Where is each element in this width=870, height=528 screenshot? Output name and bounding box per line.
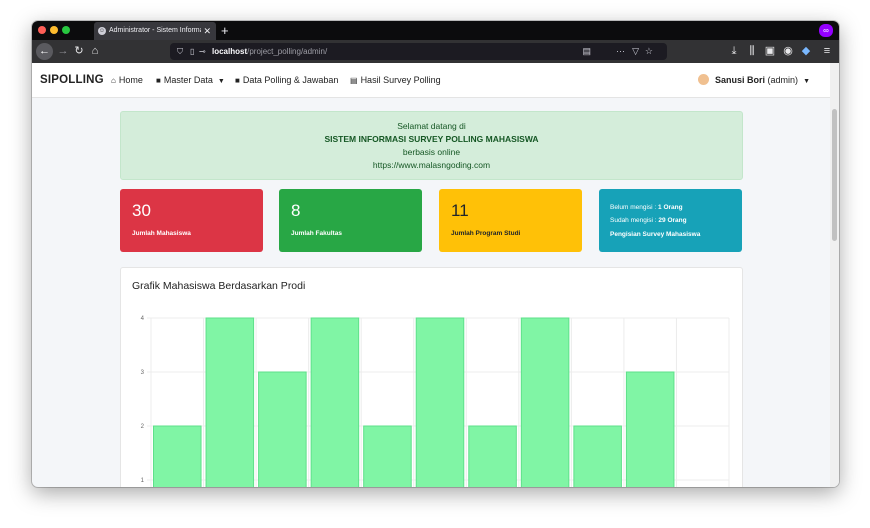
file-icon: ▤	[350, 76, 358, 85]
nav-data-polling[interactable]: ■ Data Polling & Jawaban	[235, 63, 338, 98]
card-label: Jumlah Program Studi	[451, 230, 521, 237]
survey-card-label: Pengisian Survey Mahasiswa	[610, 231, 701, 238]
sidebar-icon[interactable]: ▣	[763, 40, 777, 63]
url-text[interactable]: localhost/project_polling/admin/	[212, 43, 327, 60]
caret-down-icon: ▼	[803, 78, 810, 85]
pocket-icon[interactable]: ▽	[632, 43, 639, 60]
new-tab-button[interactable]: +	[221, 21, 229, 40]
welcome-line-1: Selamat datang di	[397, 121, 466, 131]
tab-title: Administrator - Sistem Informasi	[109, 27, 201, 34]
nav-home-label: Home	[118, 75, 143, 85]
url-host: localhost	[212, 47, 248, 56]
bar-chart: 1 2 3 4	[141, 316, 730, 487]
bar-1[interactable]	[205, 317, 255, 487]
browser-toolbar: ← → ↻ ⌂ ⛉ ▯ ⊸ localhost/project_polling/…	[32, 40, 839, 63]
url-path: /project_polling/admin/	[247, 47, 328, 56]
welcome-alert: Selamat datang di SISTEM INFORMASI SURVE…	[120, 111, 743, 180]
folder-icon: ■	[235, 76, 240, 85]
bar-8[interactable]	[573, 425, 622, 487]
survey-sudah-value: 29 Orang	[658, 217, 687, 224]
nav-home[interactable]: ⌂ Home	[111, 63, 143, 98]
favicon-icon: ☺	[98, 27, 106, 35]
survey-belum-value: 1 Orang	[658, 204, 683, 211]
nav-master-data[interactable]: ■ Master Data ▼	[156, 63, 225, 99]
bar-3[interactable]	[310, 317, 360, 487]
survey-belum: Belum mengisi : 1 Orang	[610, 202, 683, 214]
account-icon[interactable]: ◉	[781, 40, 795, 63]
reload-icon[interactable]: ↻	[72, 40, 86, 63]
survey-belum-label: Belum mengisi :	[610, 204, 659, 211]
welcome-line-3: berbasis online	[402, 147, 461, 157]
bar-7[interactable]	[520, 317, 570, 487]
nav-data-polling-label: Data Polling & Jawaban	[242, 75, 339, 85]
home-icon: ⌂	[111, 76, 116, 85]
scrollbar-thumb[interactable]	[832, 109, 837, 241]
reader-view-icon[interactable]: ▤	[582, 43, 591, 60]
user-avatar-icon	[698, 74, 710, 86]
card-value: 30	[132, 201, 151, 220]
page-icon: ▯	[190, 47, 195, 56]
welcome-url: https://www.malasngoding.com	[372, 160, 491, 170]
card-label: Jumlah Mahasiswa	[132, 230, 191, 237]
user-role: (admin)	[767, 75, 799, 85]
shield-icon[interactable]: ⛉	[177, 43, 183, 60]
card-value: 8	[291, 201, 301, 220]
card-jumlah-fakultas: 8 Jumlah Fakultas	[279, 189, 422, 252]
survey-sudah: Sudah mengisi : 29 Orang	[610, 215, 687, 227]
url-bar[interactable]: ⛉ ▯ ⊸ localhost/project_polling/admin/ ▤…	[170, 43, 667, 60]
bar-4[interactable]	[363, 425, 412, 487]
page-scrollbar[interactable]	[830, 63, 839, 487]
bar-6[interactable]	[468, 425, 517, 487]
caret-down-icon: ▼	[217, 78, 225, 85]
home-icon[interactable]: ⌂	[88, 40, 102, 63]
y-tick-label: 4	[141, 316, 145, 322]
tab-close-icon[interactable]: ✕	[203, 22, 211, 40]
library-icon[interactable]: ⫼	[745, 40, 759, 63]
close-window-icon[interactable]	[38, 26, 46, 34]
nav-hasil-survey[interactable]: ▤ Hasil Survey Polling	[350, 63, 441, 98]
forward-arrow-icon[interactable]: →	[56, 40, 70, 63]
maximize-window-icon[interactable]	[62, 26, 70, 34]
menu-hamburger-icon[interactable]: ≡	[820, 40, 834, 63]
browser-tab[interactable]: ☺ Administrator - Sistem Informasi ✕	[94, 22, 216, 40]
bar-0[interactable]	[153, 425, 202, 487]
y-tick-label: 2	[141, 424, 145, 430]
bar-9[interactable]	[625, 371, 675, 487]
user-menu[interactable]: Sanusi Bori (admin) ▼	[698, 63, 810, 99]
back-arrow-icon[interactable]: ←	[36, 43, 53, 60]
download-icon[interactable]: ⤓	[727, 40, 741, 63]
card-value: 11	[451, 201, 469, 220]
tab-strip: ☺ Administrator - Sistem Informasi ✕ + ∞	[32, 21, 839, 40]
brand-logo[interactable]: SIPOLLING	[40, 63, 104, 97]
minimize-window-icon[interactable]	[50, 26, 58, 34]
nav-hasil-survey-label: Hasil Survey Polling	[360, 75, 441, 85]
y-tick-label: 3	[141, 370, 145, 376]
card-jumlah-prodi: 11 Jumlah Program Studi	[439, 189, 582, 252]
bookmark-star-icon[interactable]: ☆	[645, 43, 653, 60]
card-jumlah-mahasiswa: 30 Jumlah Mahasiswa	[120, 189, 263, 252]
card-pengisian-survey: Belum mengisi : 1 Orang Sudah mengisi : …	[599, 189, 742, 252]
survey-sudah-label: Sudah mengisi :	[610, 217, 659, 224]
y-tick-label: 1	[141, 478, 145, 484]
welcome-system-name: SISTEM INFORMASI SURVEY POLLING MAHASISW…	[324, 134, 539, 144]
app-navbar: SIPOLLING ⌂ Home ■ Master Data ▼ ■ Data Poll…	[32, 63, 830, 98]
more-actions-icon[interactable]: ···	[616, 43, 625, 60]
user-name: Sanusi Bori	[715, 75, 766, 85]
folder-icon: ■	[156, 76, 161, 85]
chart-card: Grafik Mahasiswa Berdasarkan Prodi 1234	[120, 267, 743, 487]
card-label: Jumlah Fakultas	[291, 230, 342, 237]
browser-window: ☺ Administrator - Sistem Informasi ✕ + ∞…	[32, 21, 839, 487]
private-browsing-icon[interactable]: ∞	[819, 24, 833, 37]
key-icon: ⊸	[199, 47, 206, 56]
extension-icon[interactable]: ◆	[799, 40, 813, 63]
bar-2[interactable]	[258, 371, 307, 487]
nav-master-data-label: Master Data	[163, 75, 213, 85]
bar-5[interactable]	[415, 317, 465, 487]
